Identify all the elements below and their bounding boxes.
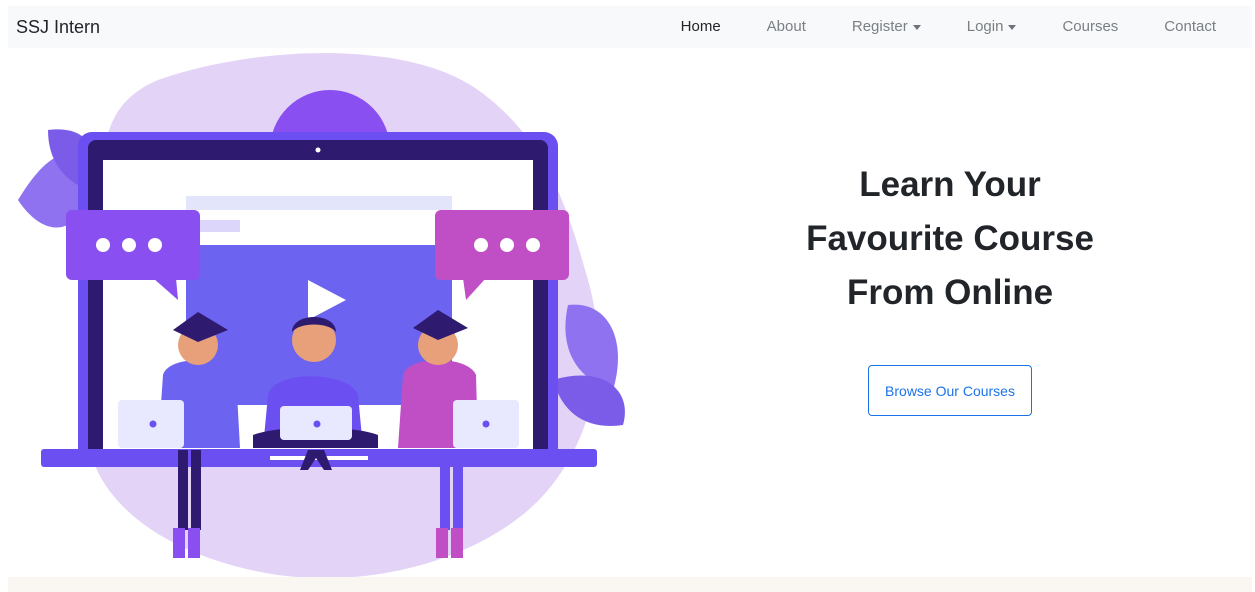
brand-link[interactable]: SSJ Intern xyxy=(16,6,100,48)
nav-login-dropdown[interactable]: Login xyxy=(944,6,1040,48)
caret-down-icon xyxy=(1008,25,1017,30)
screen-bar-shape xyxy=(186,196,452,210)
nav-menu: Home About Register Login Courses Contac… xyxy=(658,6,1252,48)
browse-courses-button[interactable]: Browse Our Courses xyxy=(868,365,1032,416)
chat-dot-shape xyxy=(122,238,136,252)
caret-down-icon xyxy=(912,25,921,30)
nav-contact[interactable]: Contact xyxy=(1141,6,1252,48)
chat-dot-shape xyxy=(148,238,162,252)
chat-dot-shape xyxy=(500,238,514,252)
chat-dot-shape xyxy=(96,238,110,252)
nav-home[interactable]: Home xyxy=(658,6,744,48)
chat-dot-shape xyxy=(474,238,488,252)
hero-heading-line: From Online xyxy=(846,273,1054,312)
hero-illustration xyxy=(18,53,625,579)
nav-register-label: Register xyxy=(851,18,908,35)
camera-dot xyxy=(315,147,321,153)
screen-bar-small-shape xyxy=(198,220,240,232)
nav-about[interactable]: About xyxy=(744,6,829,48)
navbar: SSJ Intern Home About Register Login Cou… xyxy=(8,6,1252,48)
hero-heading-line: Learn Your xyxy=(859,165,1041,204)
hero-heading: Learn Your Favourite Course From Online xyxy=(760,158,1140,320)
footer-strip xyxy=(8,577,1252,592)
nav-courses[interactable]: Courses xyxy=(1039,6,1141,48)
nav-login-label: Login xyxy=(966,18,1004,35)
hero-heading-line: Favourite Course xyxy=(806,219,1094,258)
nav-register-dropdown[interactable]: Register xyxy=(829,6,944,48)
chat-dot-shape xyxy=(526,238,540,252)
